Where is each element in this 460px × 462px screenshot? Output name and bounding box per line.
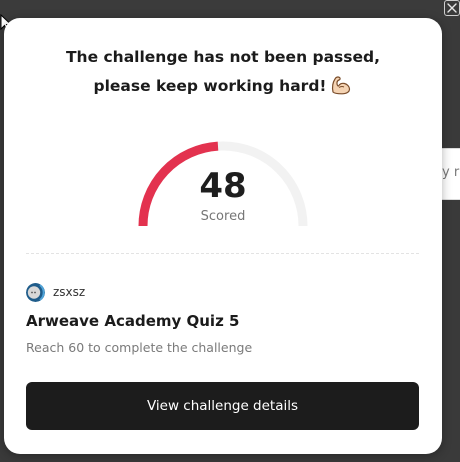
headline-line-2: please keep working hard! <box>4 72 442 101</box>
background-partial-text: y r <box>442 165 460 180</box>
quiz-title: Arweave Academy Quiz 5 <box>26 312 240 330</box>
dashed-divider <box>26 253 419 254</box>
pass-requirement: Reach 60 to complete the challenge <box>26 340 253 355</box>
challenge-result-modal: The challenge has not been passed, pleas… <box>4 18 442 454</box>
score-label: Scored <box>200 209 246 224</box>
score-value: 48 <box>199 166 247 206</box>
background-page-fragment: y r <box>440 148 460 200</box>
close-icon <box>447 3 457 13</box>
view-challenge-details-button[interactable]: View challenge details <box>26 382 419 430</box>
modal-overlay[interactable] <box>0 0 460 18</box>
headline-line-2-text: please keep working hard! <box>93 77 327 95</box>
result-headline: The challenge has not been passed, pleas… <box>4 43 442 101</box>
author-name: zsxsz <box>53 285 86 299</box>
view-challenge-details-label: View challenge details <box>146 398 299 414</box>
author-avatar <box>26 282 45 302</box>
challenge-author[interactable]: zsxsz <box>26 282 85 302</box>
close-button[interactable] <box>444 0 460 16</box>
flexed-biceps-icon <box>332 76 351 95</box>
headline-line-1: The challenge has not been passed, <box>65 48 381 66</box>
planet-avatar-icon <box>26 282 45 302</box>
